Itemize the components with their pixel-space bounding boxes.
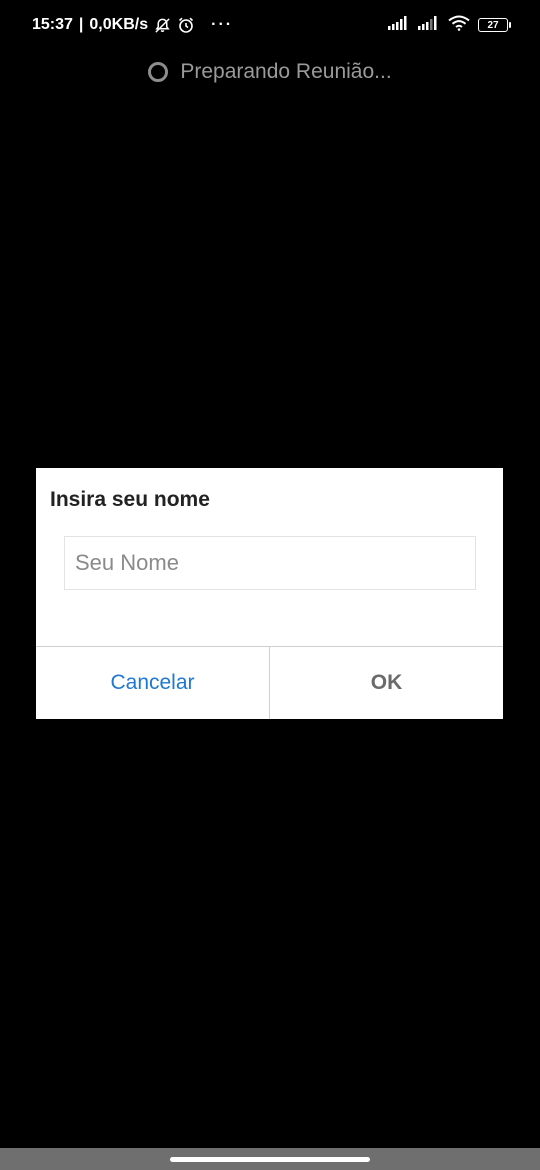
loading-text: Preparando Reunião... [180,60,392,83]
status-overflow-dots: ··· [211,16,234,33]
status-right: 27 [388,15,511,36]
ok-button[interactable]: OK [270,647,503,719]
loading-header: Preparando Reunião... [0,56,540,88]
status-time: 15:37 [32,16,73,33]
status-net-speed: 0,0KB/s [89,16,149,33]
home-gesture-handle[interactable] [170,1156,370,1162]
signal-icon [418,15,440,35]
signal-icon [388,15,410,35]
status-separator: | [78,16,84,33]
battery-level: 27 [487,19,499,31]
navigation-bar [0,1148,540,1170]
alarm-icon [177,16,195,34]
screen: 15:37 | 0,0KB/s ··· 27 Preparando Reuniã… [0,0,540,1170]
bell-off-icon [154,17,171,34]
cancel-button[interactable]: Cancelar [36,647,270,719]
status-bar: 15:37 | 0,0KB/s ··· 27 [0,0,540,50]
name-dialog: Insira seu nome Cancelar OK [36,468,503,719]
battery-icon: 27 [478,18,511,32]
status-left: 15:37 | 0,0KB/s ··· [32,16,233,34]
dialog-title: Insira seu nome [50,488,210,511]
name-input[interactable] [64,536,476,590]
wifi-icon [448,15,470,36]
dialog-actions: Cancelar OK [36,646,503,719]
loading-spinner-icon [148,62,169,82]
